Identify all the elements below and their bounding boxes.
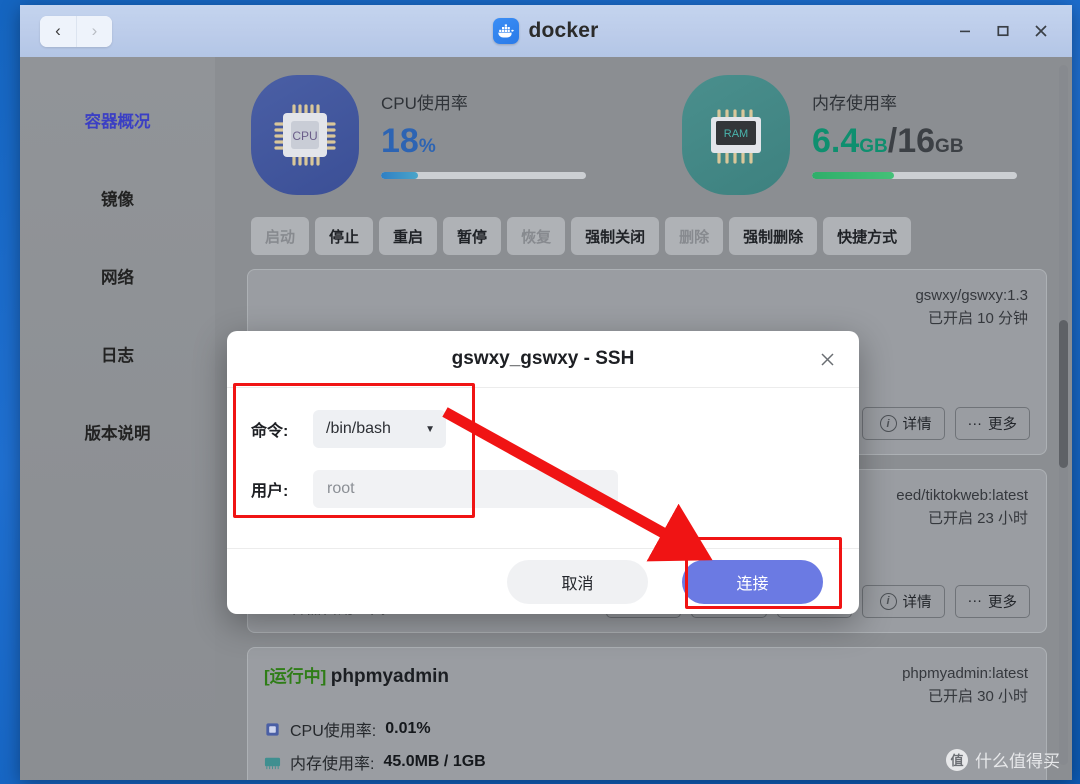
forward-button[interactable]: › — [76, 15, 112, 47]
docker-window: ‹ › docker 容器概况 镜像 网络 日志 版本说明 CPU CPU使用率… — [20, 5, 1072, 780]
maximize-icon — [997, 25, 1009, 37]
app-title: docker — [528, 19, 599, 42]
dialog-body: 命令: /bin/bash ▼ 用户: root — [227, 388, 859, 548]
window-title-group: docker — [20, 5, 1072, 57]
watermark: 值 什么值得买 — [946, 747, 1060, 772]
dialog-footer: 取消 连接 — [227, 548, 859, 614]
command-select[interactable]: /bin/bash ▼ — [313, 410, 446, 448]
button-label: 连接 — [736, 575, 769, 593]
minimize-icon — [960, 30, 970, 33]
docker-whale-icon — [493, 18, 520, 44]
connect-button[interactable]: 连接 — [682, 559, 823, 604]
watermark-text: 什么值得买 — [975, 752, 1060, 771]
modal-layer: gswxy_gswxy - SSH 命令: /bin/bash ▼ 用户: ro… — [20, 57, 1072, 780]
user-label: 用户: — [251, 483, 289, 500]
screen: ‹ › docker 容器概况 镜像 网络 日志 版本说明 CPU CPU使用率… — [0, 0, 1080, 784]
command-label: 命令: — [251, 423, 289, 440]
command-value: /bin/bash — [326, 420, 391, 437]
user-input[interactable]: root — [313, 470, 618, 508]
close-icon — [1035, 25, 1047, 37]
user-field-row: 用户: root — [251, 470, 859, 508]
dialog-title: gswxy_gswxy - SSH — [451, 348, 635, 369]
navigation-buttons: ‹ › — [40, 15, 112, 47]
minimize-button[interactable] — [948, 14, 982, 48]
close-icon — [820, 352, 834, 366]
button-label: 取消 — [561, 575, 594, 593]
chevron-down-icon: ▼ — [425, 423, 435, 435]
dialog-header: gswxy_gswxy - SSH — [227, 331, 859, 388]
user-value: root — [327, 480, 355, 497]
close-button[interactable] — [1024, 14, 1058, 48]
cancel-button[interactable]: 取消 — [507, 559, 648, 604]
window-titlebar: ‹ › docker — [20, 5, 1072, 57]
window-body: 容器概况 镜像 网络 日志 版本说明 CPU CPU使用率 18% RAM 内存… — [20, 57, 1072, 780]
maximize-button[interactable] — [986, 14, 1020, 48]
chevron-left-icon: ‹ — [55, 21, 61, 40]
command-field-row: 命令: /bin/bash ▼ — [251, 410, 859, 448]
ssh-dialog: gswxy_gswxy - SSH 命令: /bin/bash ▼ 用户: ro… — [227, 331, 859, 614]
window-controls — [948, 5, 1058, 57]
chevron-right-icon: › — [91, 21, 98, 40]
dialog-close-button[interactable] — [813, 345, 841, 373]
back-button[interactable]: ‹ — [40, 15, 76, 47]
watermark-logo: 值 — [946, 748, 968, 771]
